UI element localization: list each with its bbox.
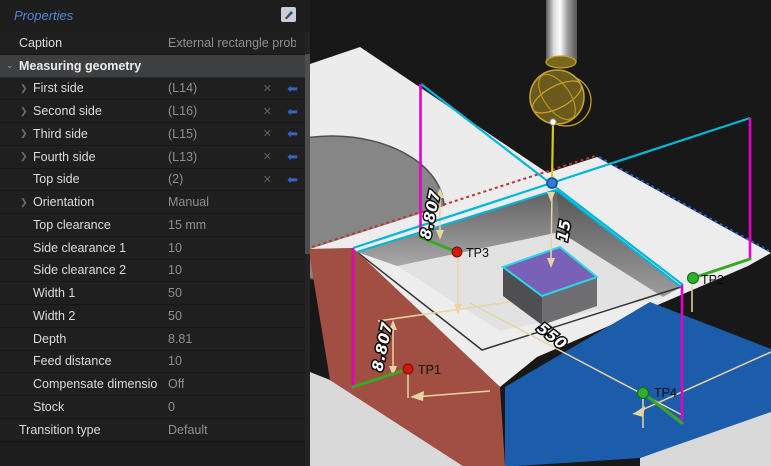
property-value[interactable]: Manual [168, 195, 209, 209]
expand-chevron-icon[interactable]: ❯ [20, 129, 33, 138]
tp1-label: TP1 [418, 363, 441, 377]
touch-point-tp2[interactable] [688, 273, 699, 284]
property-label: Side clearance 1 [33, 241, 126, 255]
properties-panel: Properties Caption External rectangle pro… [0, 0, 310, 466]
edit-pencil-icon[interactable] [280, 6, 297, 23]
touch-point-tp1[interactable] [403, 364, 413, 374]
probe-tip-point [550, 119, 556, 125]
expand-chevron-icon[interactable]: ❯ [20, 198, 33, 207]
property-label: Side clearance 2 [33, 263, 126, 277]
dim-top-clearance: 15 [553, 218, 575, 243]
property-row-third-side[interactable]: ❯Third side (L15) ✕ ⬅ [0, 123, 310, 146]
property-row-orientation[interactable]: ❯Orientation Manual [0, 191, 310, 214]
property-label: Compensate dimensio [33, 377, 157, 391]
property-row-stock[interactable]: Stock 0 [0, 396, 310, 419]
probe-path-line [552, 124, 553, 182]
property-value[interactable]: (L16) [168, 104, 197, 118]
property-label: Orientation [33, 195, 94, 209]
property-value[interactable]: (L14) [168, 81, 197, 95]
property-value[interactable]: 15 mm [168, 218, 206, 232]
property-row-width-1[interactable]: Width 1 50 [0, 282, 310, 305]
property-label: Depth [33, 332, 66, 346]
property-row-fourth-side[interactable]: ❯Fourth side (L13) ✕ ⬅ [0, 146, 310, 169]
viewport-3d[interactable]: TP1 TP2 TP3 TP4 8.807 8.807 15 550 [310, 0, 771, 466]
pick-geometry-arrow-icon[interactable]: ⬅ [287, 150, 298, 163]
property-row-first-side[interactable]: ❯First side (L14) ✕ ⬅ [0, 78, 310, 101]
property-value[interactable]: 10 [168, 354, 182, 368]
pick-geometry-arrow-icon[interactable]: ⬅ [287, 127, 298, 140]
property-value[interactable]: 8.81 [168, 332, 192, 346]
property-row-width-2[interactable]: Width 2 50 [0, 305, 310, 328]
property-value[interactable]: Default [168, 423, 208, 437]
touch-point-tp4[interactable] [638, 388, 649, 399]
pick-geometry-arrow-icon[interactable]: ⬅ [287, 82, 298, 95]
tp3-label: TP3 [466, 246, 489, 260]
tp2-label: TP2 [701, 273, 724, 287]
property-value[interactable]: 50 [168, 286, 182, 300]
property-label: Top clearance [33, 218, 111, 232]
property-label: Stock [33, 400, 64, 414]
measure-center-point[interactable] [547, 178, 557, 188]
property-label: Feed distance [33, 354, 112, 368]
property-value[interactable]: 50 [168, 309, 182, 323]
property-label: Fourth side [33, 150, 96, 164]
probe-collar [546, 56, 576, 68]
clear-selection-icon[interactable]: ✕ [263, 150, 272, 163]
tp4-label: TP4 [654, 386, 677, 400]
property-value[interactable]: External rectangle probi [168, 36, 296, 50]
section-collapse-icon[interactable]: ⌄ [6, 61, 19, 70]
pick-geometry-arrow-icon[interactable]: ⬅ [287, 173, 298, 186]
property-label: Third side [33, 127, 88, 141]
property-value[interactable]: 0 [168, 400, 175, 414]
touch-point-tp3[interactable] [452, 247, 462, 257]
property-label: Second side [33, 104, 102, 118]
clear-selection-icon[interactable]: ✕ [263, 173, 272, 186]
property-row-side-clearance-2[interactable]: Side clearance 2 10 [0, 260, 310, 283]
section-row-measuring-geometry[interactable]: ⌄Measuring geometry [0, 55, 310, 78]
property-label: Width 2 [33, 309, 75, 323]
clear-selection-icon[interactable]: ✕ [263, 105, 272, 118]
property-label: First side [33, 81, 84, 95]
property-label: Width 1 [33, 286, 75, 300]
property-label: Top side [33, 172, 80, 186]
viewport-canvas: TP1 TP2 TP3 TP4 8.807 8.807 15 550 [310, 0, 771, 466]
clear-selection-icon[interactable]: ✕ [263, 82, 272, 95]
expand-chevron-icon[interactable]: ❯ [20, 84, 33, 93]
probe-shank [546, 0, 577, 62]
expand-chevron-icon[interactable]: ❯ [20, 107, 33, 116]
property-value[interactable]: (L15) [168, 127, 197, 141]
property-row-depth[interactable]: Depth 8.81 [0, 328, 310, 351]
property-row-feed-distance[interactable]: Feed distance 10 [0, 351, 310, 374]
property-row-compensate-dimensio[interactable]: Compensate dimensio Off [0, 373, 310, 396]
property-value[interactable]: (L13) [168, 150, 197, 164]
properties-rows: Caption External rectangle probi ⌄Measurin… [0, 32, 310, 442]
panel-title: Properties [14, 8, 73, 23]
property-value[interactable]: Off [168, 377, 184, 391]
property-row-top-clearance[interactable]: Top clearance 15 mm [0, 214, 310, 237]
property-value[interactable]: 10 [168, 241, 182, 255]
property-label: Caption [19, 36, 62, 50]
pick-geometry-arrow-icon[interactable]: ⬅ [287, 105, 298, 118]
property-row-caption[interactable]: Caption External rectangle probi [0, 32, 310, 55]
property-row-side-clearance-1[interactable]: Side clearance 1 10 [0, 237, 310, 260]
property-row-transition-type[interactable]: Transition type Default [0, 419, 310, 442]
app-window: Properties Caption External rectangle pro… [0, 0, 771, 466]
clear-selection-icon[interactable]: ✕ [263, 127, 272, 140]
expand-chevron-icon[interactable]: ❯ [20, 152, 33, 161]
property-value[interactable]: (2) [168, 172, 183, 186]
property-label: Measuring geometry [19, 59, 141, 73]
properties-header: Properties [0, 0, 310, 32]
property-row-top-side[interactable]: Top side (2) ✕ ⬅ [0, 169, 310, 192]
property-row-second-side[interactable]: ❯Second side (L16) ✕ ⬅ [0, 100, 310, 123]
property-value[interactable]: 10 [168, 263, 182, 277]
property-label: Transition type [19, 423, 101, 437]
